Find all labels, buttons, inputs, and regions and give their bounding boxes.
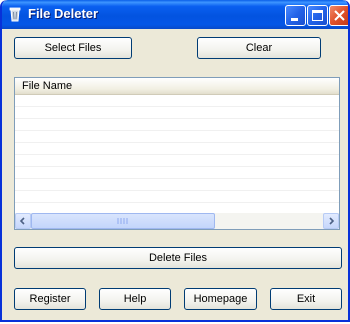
title-bar[interactable]: File Deleter [2,0,348,29]
maximize-button[interactable] [307,5,328,26]
file-list-header: File Name [15,78,339,95]
column-header-file-name[interactable]: File Name [15,78,339,94]
list-item [15,155,339,167]
grip-icon [117,218,128,224]
exit-button[interactable]: Exit [270,288,342,310]
list-item [15,107,339,119]
list-item [15,191,339,203]
horizontal-scrollbar[interactable] [15,213,339,229]
window-title: File Deleter [28,6,99,21]
recycle-bin-icon [7,6,23,22]
list-item [15,119,339,131]
list-item [15,167,339,179]
homepage-button[interactable]: Homepage [184,288,257,310]
list-item [15,179,339,191]
app-window: File Deleter Select Files Clear File Nam… [0,0,350,322]
chevron-left-icon [19,217,25,225]
maximize-icon [312,10,323,21]
minimize-button[interactable] [285,5,306,26]
list-item [15,143,339,155]
delete-files-button[interactable]: Delete Files [14,247,342,269]
close-icon [334,10,345,21]
list-item [15,95,339,107]
close-button[interactable] [329,5,348,26]
help-button[interactable]: Help [99,288,171,310]
clear-button[interactable]: Clear [197,37,321,59]
minimize-icon [291,18,298,21]
scroll-right-button[interactable] [323,213,339,229]
select-files-button[interactable]: Select Files [14,37,132,59]
list-item [15,131,339,143]
file-list-rows [15,95,339,213]
scroll-left-button[interactable] [15,213,31,229]
file-list[interactable]: File Name [14,77,340,230]
scrollbar-thumb[interactable] [31,213,215,229]
register-button[interactable]: Register [14,288,86,310]
chevron-right-icon [329,217,335,225]
